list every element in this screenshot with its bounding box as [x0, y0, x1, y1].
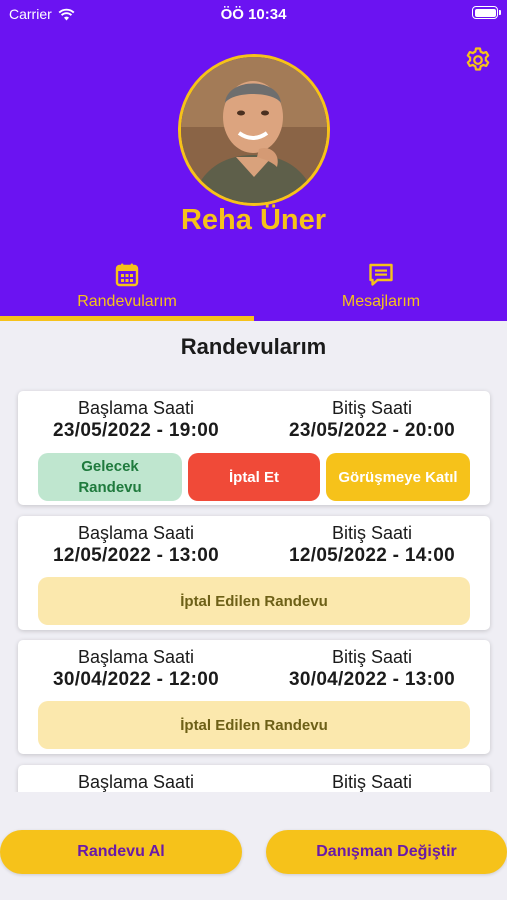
end-time-label: Bitiş Saati	[331, 398, 413, 418]
end-time-label: Bitiş Saati	[331, 772, 413, 792]
calendar-icon	[115, 263, 139, 287]
end-time-label: Bitiş Saati	[331, 647, 413, 667]
change-consultant-button[interactable]: Danışman Değiştir	[266, 830, 507, 874]
appointment-card: Başlama Saati 30/04/2022 - 12:00 Bitiş S…	[18, 640, 490, 754]
avatar	[178, 54, 330, 206]
cancel-appointment-button[interactable]: İptal Et	[188, 453, 320, 501]
battery-icon	[472, 6, 501, 19]
tab-appointments-label: Randevularım	[77, 293, 177, 310]
appointment-card: Başlama Saati 12/05/2022 - 13:00 Bitiş S…	[18, 516, 490, 630]
tab-messages-label: Mesajlarım	[341, 293, 421, 310]
appointment-card: Başlama Saati 23/05/2022 - 19:00 Bitiş S…	[18, 391, 490, 505]
status-time: ÖÖ 10:34	[220, 6, 287, 23]
cancelled-status-badge: İptal Edilen Randevu	[38, 701, 470, 749]
user-name: Reha Üner	[180, 204, 327, 236]
appointment-card: Başlama Saati Bitiş Saati	[18, 765, 490, 792]
end-time-value: 23/05/2022 - 20:00	[289, 420, 455, 441]
profile-header: Carrier ÖÖ 10:34 Reha Üner Randevularım …	[0, 0, 507, 321]
upcoming-status-badge: Gelecek Randevu	[38, 453, 182, 501]
settings-gear-icon[interactable]	[464, 46, 492, 74]
book-appointment-button[interactable]: Randevu Al	[0, 830, 242, 874]
start-time-label: Başlama Saati	[77, 772, 195, 792]
message-icon	[369, 263, 393, 286]
join-meeting-button[interactable]: Görüşmeye Katıl	[326, 453, 470, 501]
start-time-value: 23/05/2022 - 19:00	[53, 420, 219, 441]
tab-appointments[interactable]: Randevularım	[0, 258, 254, 320]
tab-active-indicator	[0, 316, 254, 321]
cancelled-status-badge: İptal Edilen Randevu	[38, 577, 470, 625]
end-time-label: Bitiş Saati	[331, 523, 413, 543]
end-time-value: 30/04/2022 - 13:00	[289, 669, 455, 690]
status-bar: Carrier ÖÖ 10:34	[0, 0, 507, 28]
page-title: Randevularım	[180, 334, 327, 359]
end-time-value: 12/05/2022 - 14:00	[289, 545, 455, 566]
avatar-photo	[181, 57, 327, 203]
start-time-label: Başlama Saati	[77, 523, 195, 543]
start-time-label: Başlama Saati	[77, 647, 195, 667]
start-time-label: Başlama Saati	[77, 398, 195, 418]
appointment-list[interactable]: Başlama Saati 23/05/2022 - 19:00 Bitiş S…	[0, 380, 507, 792]
start-time-value: 12/05/2022 - 13:00	[53, 545, 219, 566]
tab-messages[interactable]: Mesajlarım	[254, 258, 507, 320]
start-time-value: 30/04/2022 - 12:00	[53, 669, 219, 690]
